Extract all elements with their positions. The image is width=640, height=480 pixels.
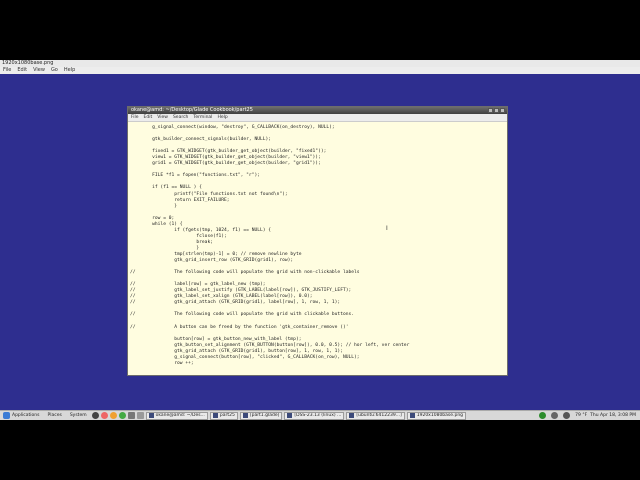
places-menu[interactable]: Places — [45, 412, 65, 420]
code-line: // gtk_grid_attach (GTK_GRID(grid1), lab… — [130, 300, 341, 306]
code-line: while (1) { — [130, 221, 183, 227]
code-line: FILE *f1 = fopen("functions.txt", "r"); — [130, 173, 260, 179]
applications-menu[interactable]: Applications — [0, 412, 43, 420]
code-line: fixed1 = GTK_WIDGET(gtk_builder_get_obje… — [130, 149, 327, 155]
code-line: if (f1 == NULL ) { — [130, 185, 202, 191]
text-cursor-icon: I — [386, 225, 388, 232]
app-icon — [287, 413, 293, 418]
system-menu[interactable]: System — [67, 412, 90, 420]
folder-icon — [212, 413, 218, 418]
code-line: fclose(f1); — [130, 233, 227, 239]
terminal-icon — [148, 413, 154, 418]
menubar: File Edit View Go Help — [0, 67, 640, 74]
code-line: if (fgets(tmp, 1024, f1) == NULL) { — [130, 227, 272, 233]
window-controls — [488, 108, 505, 113]
code-line: gtk_grid_insert_row (GTK_GRID(grid1), ro… — [130, 258, 294, 264]
terminal-menu-terminal[interactable]: Terminal — [193, 114, 212, 121]
menu-file[interactable]: File — [3, 67, 11, 74]
code-line: // gtk_label_set_justify (GTK_LABEL(labe… — [130, 288, 352, 294]
glade-icon — [242, 413, 248, 418]
code-line: return EXIT_FAILURE; — [130, 197, 230, 203]
code-line: printf("File functions.txt not found\n")… — [130, 191, 288, 197]
code-line: } — [130, 245, 200, 251]
maximize-icon[interactable] — [494, 108, 499, 113]
chrome-icon[interactable] — [118, 412, 126, 419]
code-line: grid1 = GTK_WIDGET(gtk_builder_get_objec… — [130, 161, 321, 167]
code-text: g_signal_connect(window, "destroy", G_CA… — [128, 123, 507, 367]
terminal-menubar: File Edit View Search Terminal Help — [128, 114, 507, 122]
launcher-icon[interactable] — [91, 412, 99, 419]
code-line: g_signal_connect(button[row], "clicked",… — [130, 354, 360, 360]
terminal-content[interactable]: g_signal_connect(window, "destroy", G_CA… — [128, 123, 507, 375]
code-line: // A button can be freed by the function… — [130, 324, 349, 330]
task-terminal[interactable]: okane@amd: ~/Des... — [145, 411, 208, 420]
clock[interactable]: Thu Apr 18, 3:08 PM — [590, 413, 636, 418]
task-dss[interactable]: [DSS-23.13 (linux) ... — [284, 411, 345, 420]
code-line: row = 0; — [130, 215, 175, 221]
displayed-image: okane@amd: ~/Desktop/Glade Cookbook/part… — [0, 74, 640, 410]
volume-icon[interactable] — [563, 412, 571, 419]
code-line: tmp[strlen(tmp)-1] = 0; // remove newlin… — [130, 251, 302, 257]
image-viewer-window: 1920x1080base.png File Edit View Go Help… — [0, 60, 640, 420]
task-label: [part1.glade] — [249, 413, 280, 418]
image-icon — [409, 413, 415, 418]
terminal-menu-view[interactable]: View — [157, 114, 168, 121]
terminal-title-bar[interactable]: okane@amd: ~/Desktop/Glade Cookbook/part… — [128, 107, 507, 114]
applications-icon — [3, 412, 10, 419]
applications-label: Applications — [12, 413, 40, 418]
terminal-menu-file[interactable]: File — [131, 114, 139, 121]
code-line: // The following code will populate the … — [130, 312, 355, 318]
task-label: [ubuntu:6412239...] — [356, 413, 402, 418]
menu-edit[interactable]: Edit — [17, 67, 27, 74]
browser-icon[interactable] — [100, 412, 108, 419]
task-part25[interactable]: part25 — [209, 411, 238, 420]
task-label: part25 — [219, 413, 235, 418]
code-line: } — [130, 203, 178, 209]
code-line: gtk_button_set_alignment (GTK_BUTTON(but… — [130, 342, 410, 348]
terminal-window: okane@amd: ~/Desktop/Glade Cookbook/part… — [127, 106, 508, 376]
close-icon[interactable] — [500, 108, 505, 113]
menu-view[interactable]: View — [33, 67, 45, 74]
terminal-menu-edit[interactable]: Edit — [144, 114, 153, 121]
task-label: [DSS-23.13 (linux) ... — [294, 413, 342, 418]
weather-temp[interactable]: 79 °F — [575, 413, 587, 418]
firefox-icon[interactable] — [109, 412, 117, 419]
code-line: button[row] = gtk_button_new_with_label … — [130, 336, 302, 342]
terminal-menu-search[interactable]: Search — [173, 114, 188, 121]
system-tray: 79 °F Thu Apr 18, 3:08 PM — [539, 412, 640, 419]
task-label: okane@amd: ~/Des... — [155, 413, 205, 418]
update-icon[interactable] — [539, 412, 547, 419]
task-image[interactable]: 1920x1080base.png — [406, 411, 467, 420]
taskbar: Applications Places System okane@amd: ~/… — [0, 410, 640, 420]
app-icon — [349, 413, 355, 418]
minimize-icon[interactable] — [488, 108, 493, 113]
code-line: view1 = GTK_WIDGET(gtk_builder_get_objec… — [130, 155, 321, 161]
terminal-menu-help[interactable]: Help — [217, 114, 227, 121]
terminal-title: okane@amd: ~/Desktop/Glade Cookbook/part… — [131, 107, 253, 113]
files-icon[interactable] — [136, 412, 144, 419]
terminal-launcher-icon[interactable] — [127, 412, 135, 419]
code-line: // label[row] = gtk_label_new (tmp); — [130, 282, 266, 288]
menu-help[interactable]: Help — [64, 67, 75, 74]
window-title: 1920x1080base.png — [0, 60, 640, 67]
code-line: row ++; — [130, 360, 194, 366]
code-line: // The following code will populate the … — [130, 270, 360, 276]
task-label: 1920x1080base.png — [416, 413, 464, 418]
task-glade[interactable]: [part1.glade] — [239, 411, 283, 420]
network-icon[interactable] — [551, 412, 559, 419]
task-ubuntu[interactable]: [ubuntu:6412239...] — [346, 411, 405, 420]
menu-go[interactable]: Go — [51, 67, 58, 74]
code-line: break; — [130, 239, 213, 245]
code-line: g_signal_connect(window, "destroy", G_CA… — [130, 125, 335, 130]
code-line: gtk_builder_connect_signals(builder, NUL… — [130, 137, 272, 143]
code-line: // gtk_label_set_xalign (GTK_LABEL(label… — [130, 294, 313, 300]
code-line: gtk_grid_attach (GTK_GRID(grid1), button… — [130, 348, 343, 354]
